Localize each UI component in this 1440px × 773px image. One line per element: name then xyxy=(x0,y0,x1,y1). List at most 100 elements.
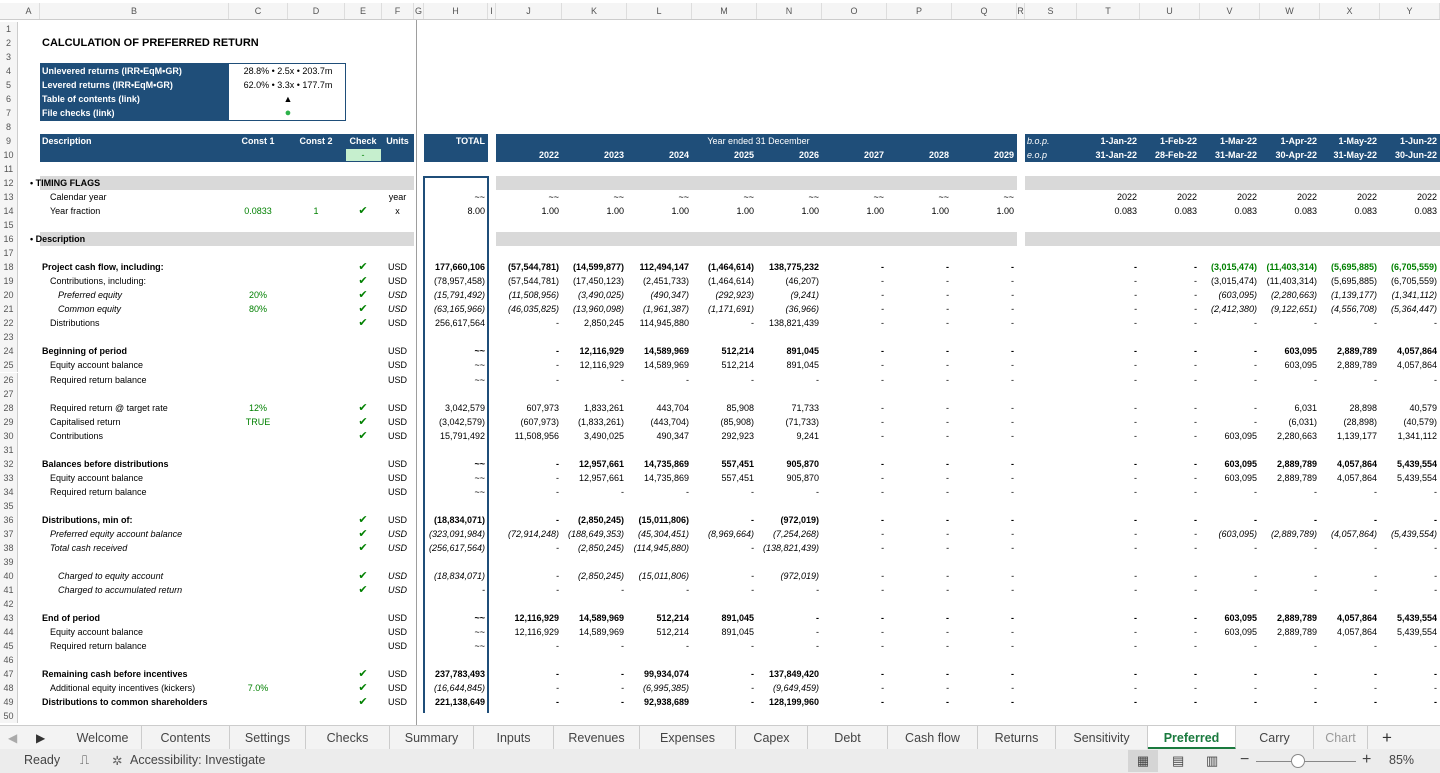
month-value[interactable]: 2,889,789 xyxy=(1262,611,1317,625)
units[interactable]: USD xyxy=(384,260,411,274)
year-value[interactable]: ~~ xyxy=(629,190,689,204)
check-status[interactable]: - xyxy=(347,148,379,162)
year-value[interactable]: - xyxy=(889,401,949,415)
year-value[interactable]: 512,214 xyxy=(629,611,689,625)
year-value[interactable]: - xyxy=(629,485,689,499)
month-value[interactable]: - xyxy=(1079,401,1137,415)
check-icon[interactable]: ✔ xyxy=(347,429,379,443)
header-year[interactable]: 2028 xyxy=(889,148,949,162)
month-value[interactable]: - xyxy=(1202,667,1257,681)
header-eop[interactable]: e.o.p xyxy=(1027,148,1074,162)
year-value[interactable]: - xyxy=(824,302,884,316)
units[interactable]: USD xyxy=(384,471,411,485)
year-value[interactable]: - xyxy=(954,429,1014,443)
month-value[interactable]: - xyxy=(1382,639,1437,653)
column-header[interactable]: W xyxy=(1260,3,1320,19)
month-value[interactable]: - xyxy=(1142,288,1197,302)
tab-capex[interactable]: Capex xyxy=(736,726,808,750)
header-month-end[interactable]: 30-Apr-22 xyxy=(1262,148,1317,162)
year-value[interactable]: 557,451 xyxy=(694,471,754,485)
units[interactable]: USD xyxy=(384,639,411,653)
month-value[interactable]: - xyxy=(1079,667,1137,681)
year-value[interactable]: ~~ xyxy=(694,190,754,204)
month-value[interactable]: - xyxy=(1079,639,1137,653)
units[interactable]: USD xyxy=(384,527,411,541)
macro-icon[interactable]: ⎍ xyxy=(80,752,89,768)
column-header[interactable]: N xyxy=(757,3,822,19)
check-icon[interactable]: ✔ xyxy=(347,541,379,555)
header-month-start[interactable]: 1-Mar-22 xyxy=(1202,134,1257,148)
month-value[interactable]: - xyxy=(1142,373,1197,387)
year-value[interactable]: 99,934,074 xyxy=(629,667,689,681)
month-value[interactable]: - xyxy=(1079,260,1137,274)
month-value[interactable]: - xyxy=(1322,667,1377,681)
check-icon[interactable]: ✔ xyxy=(347,667,379,681)
year-value[interactable]: - xyxy=(889,373,949,387)
year-value[interactable]: - xyxy=(498,695,559,709)
summary-value[interactable]: 28.8% • 2.5x • 203.7m xyxy=(231,64,345,78)
tab-inputs[interactable]: Inputs xyxy=(474,726,554,750)
row-label[interactable]: Required return balance xyxy=(50,373,226,387)
month-value[interactable]: - xyxy=(1322,513,1377,527)
year-value[interactable]: - xyxy=(889,274,949,288)
tab-summary[interactable]: Summary xyxy=(390,726,474,750)
header-month-start[interactable]: 1-May-22 xyxy=(1322,134,1377,148)
month-value[interactable]: (1,139,177) xyxy=(1322,288,1377,302)
const1-value[interactable]: 12% xyxy=(231,401,285,415)
month-value[interactable]: - xyxy=(1079,302,1137,316)
year-value[interactable]: - xyxy=(954,471,1014,485)
page-title[interactable]: CALCULATION OF PREFERRED RETURN xyxy=(42,36,259,50)
month-value[interactable]: 5,439,554 xyxy=(1382,457,1437,471)
summary-value[interactable]: 62.0% • 3.3x • 177.7m xyxy=(231,78,345,92)
year-value[interactable]: - xyxy=(954,260,1014,274)
year-value[interactable]: - xyxy=(759,625,819,639)
row-header[interactable]: 11 xyxy=(0,162,18,177)
month-value[interactable]: - xyxy=(1382,541,1437,555)
year-value[interactable]: - xyxy=(824,316,884,330)
month-value[interactable]: - xyxy=(1262,569,1317,583)
year-value[interactable]: (17,450,123) xyxy=(564,274,624,288)
year-value[interactable]: (490,347) xyxy=(629,288,689,302)
month-value[interactable]: 6,031 xyxy=(1262,401,1317,415)
month-value[interactable]: (6,705,559) xyxy=(1382,260,1437,274)
row-label[interactable]: Preferred equity account balance xyxy=(50,527,226,541)
year-value[interactable]: - xyxy=(824,625,884,639)
month-value[interactable]: - xyxy=(1382,373,1437,387)
tab-cash-flow[interactable]: Cash flow xyxy=(888,726,978,750)
column-header[interactable]: F xyxy=(382,3,414,19)
year-value[interactable]: 891,045 xyxy=(694,625,754,639)
zoom-out-icon[interactable]: − xyxy=(1240,751,1249,769)
year-value[interactable]: - xyxy=(889,260,949,274)
month-value[interactable]: 28,898 xyxy=(1322,401,1377,415)
month-value[interactable]: (9,122,651) xyxy=(1262,302,1317,316)
row-header[interactable]: 30 xyxy=(0,428,18,443)
year-value[interactable]: - xyxy=(889,316,949,330)
month-value[interactable]: - xyxy=(1202,373,1257,387)
header-month-end[interactable]: 28-Feb-22 xyxy=(1142,148,1197,162)
row-header[interactable]: 3 xyxy=(0,50,18,65)
tab-sensitivity[interactable]: Sensitivity xyxy=(1056,726,1148,750)
year-value[interactable]: - xyxy=(498,471,559,485)
month-value[interactable]: - xyxy=(1142,681,1197,695)
month-value[interactable]: - xyxy=(1079,513,1137,527)
year-value[interactable]: - xyxy=(498,316,559,330)
year-value[interactable]: (46,207) xyxy=(759,274,819,288)
check-icon[interactable]: ✔ xyxy=(347,569,379,583)
check-icon[interactable]: ✔ xyxy=(347,204,379,218)
column-header[interactable]: Y xyxy=(1380,3,1440,19)
row-header[interactable]: 48 xyxy=(0,680,18,695)
year-value[interactable]: - xyxy=(824,415,884,429)
row-label[interactable]: Required return balance xyxy=(50,639,226,653)
month-value[interactable]: - xyxy=(1202,639,1257,653)
row-label[interactable]: Capitalised return xyxy=(50,415,226,429)
units[interactable]: USD xyxy=(384,415,411,429)
year-value[interactable]: - xyxy=(954,288,1014,302)
summary-label[interactable]: Levered returns (IRR•EqM•GR) xyxy=(42,78,226,92)
year-value[interactable]: - xyxy=(954,513,1014,527)
row-header[interactable]: 6 xyxy=(0,92,18,107)
year-value[interactable]: - xyxy=(824,288,884,302)
units[interactable]: USD xyxy=(384,401,411,415)
units[interactable]: USD xyxy=(384,513,411,527)
month-value[interactable]: - xyxy=(1322,639,1377,653)
month-value[interactable]: (2,280,663) xyxy=(1262,288,1317,302)
